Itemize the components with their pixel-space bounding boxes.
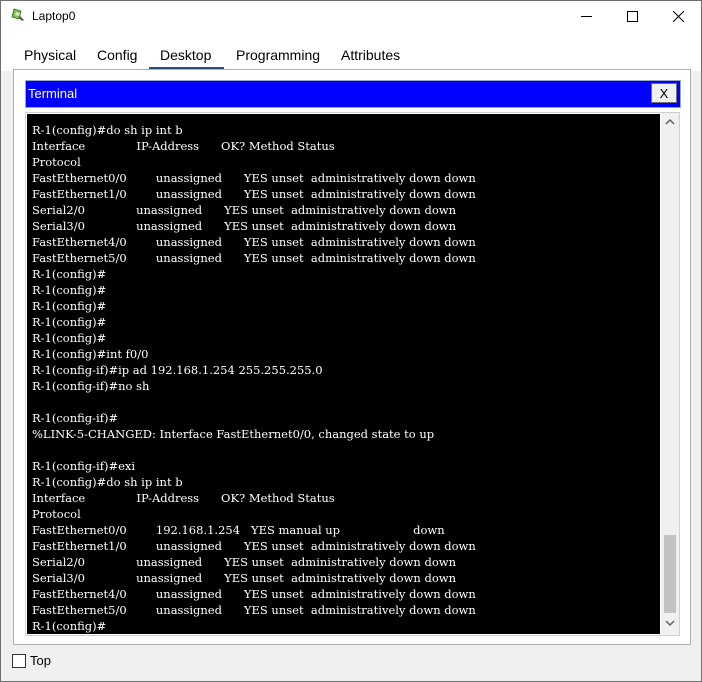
terminal-line: FastEthernet0/0 unassigned YES unset adm… <box>32 171 476 185</box>
tab-programming[interactable]: Programming <box>236 47 320 63</box>
terminal-line: R-1(config)# <box>32 331 107 345</box>
terminal-line: R-1(config-if)# <box>32 411 119 425</box>
terminal-line: R-1(config)# <box>32 619 107 633</box>
minimize-button[interactable] <box>563 1 609 31</box>
terminal-line: Interface IP-Address OK? Method Status <box>32 491 335 505</box>
terminal-line: Serial3/0 unassigned YES unset administr… <box>32 219 456 233</box>
terminal-line: %LINK-5-CHANGED: Interface FastEthernet0… <box>32 427 435 441</box>
terminal-scrollbar[interactable] <box>661 113 679 635</box>
terminal-line: Interface IP-Address OK? Method Status <box>32 139 335 153</box>
minimize-icon <box>580 15 592 17</box>
terminal-line: FastEthernet0/0 192.168.1.254 YES manual… <box>32 523 445 537</box>
tab-desktop-label: Desktop <box>160 47 212 63</box>
terminal-line: R-1(config-if)#ip ad 192.168.1.254 255.2… <box>32 363 323 377</box>
window-title: Laptop0 <box>32 9 76 23</box>
terminal-line: FastEthernet5/0 unassigned YES unset adm… <box>32 251 476 265</box>
desktop-content: Terminal X R-1(config)#do sh ip int b Int… <box>13 69 691 645</box>
terminal-line: FastEthernet1/0 unassigned YES unset adm… <box>32 187 476 201</box>
terminal-line: R-1(config)# <box>32 315 107 329</box>
terminal-close-button[interactable]: X <box>651 83 677 103</box>
tab-bar: Physical Config Desktop Programming Attr… <box>1 31 701 71</box>
terminal-line: Serial3/0 unassigned YES unset administr… <box>32 571 456 585</box>
tab-physical[interactable]: Physical <box>24 47 76 63</box>
terminal-line: R-1(config)#int f0/0 <box>32 347 149 361</box>
terminal-line: R-1(config-if)#exi <box>32 459 136 473</box>
terminal-line: Serial2/0 unassigned YES unset administr… <box>32 555 456 569</box>
scrollbar-thumb[interactable] <box>664 535 676 613</box>
terminal-line: Protocol <box>32 155 81 169</box>
laptop-window: Laptop0 Physical Config Desktop Programm… <box>0 0 702 682</box>
close-icon <box>672 10 684 22</box>
terminal-line: R-1(config-if)#no sh <box>32 379 150 393</box>
top-checkbox-label: Top <box>30 653 51 668</box>
maximize-button[interactable] <box>609 1 655 31</box>
tab-desktop[interactable]: Desktop <box>149 43 224 70</box>
terminal-line: R-1(config)#do sh ip int b <box>32 123 183 137</box>
terminal-line: FastEthernet4/0 unassigned YES unset adm… <box>32 235 476 249</box>
terminal-lines: R-1(config)#do sh ip int b Interface IP-A… <box>32 122 476 634</box>
scroll-up-icon[interactable] <box>665 118 675 126</box>
maximize-icon <box>626 10 638 22</box>
terminal-line: Serial2/0 unassigned YES unset administr… <box>32 203 456 217</box>
terminal-line: R-1(config)# <box>32 299 107 313</box>
terminal-title: Terminal <box>28 86 78 101</box>
terminal-line: R-1(config)# <box>32 283 107 297</box>
terminal-line: Protocol <box>32 507 81 521</box>
terminal-titlebar: Terminal X <box>25 80 681 108</box>
terminal-line: FastEthernet4/0 unassigned YES unset adm… <box>32 587 476 601</box>
top-checkbox[interactable] <box>12 654 26 668</box>
terminal-line: R-1(config)#do sh ip int b <box>32 475 183 489</box>
terminal-frame: R-1(config)#do sh ip int b Interface IP-A… <box>25 112 680 636</box>
tab-config[interactable]: Config <box>97 47 137 63</box>
tab-attributes[interactable]: Attributes <box>341 47 400 63</box>
scroll-down-icon[interactable] <box>665 619 675 627</box>
terminal-output[interactable]: R-1(config)#do sh ip int b Interface IP-A… <box>27 114 660 634</box>
terminal-line: FastEthernet5/0 unassigned YES unset adm… <box>32 603 476 617</box>
close-button[interactable] <box>655 1 701 31</box>
terminal-line: FastEthernet1/0 unassigned YES unset adm… <box>32 539 476 553</box>
title-bar[interactable]: Laptop0 <box>1 1 701 31</box>
terminal-line: R-1(config)# <box>32 267 107 281</box>
laptop-icon <box>11 8 24 21</box>
